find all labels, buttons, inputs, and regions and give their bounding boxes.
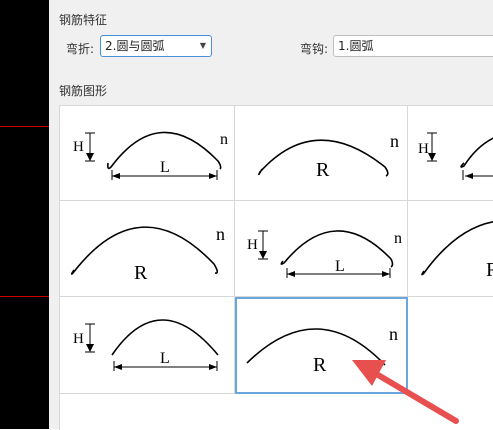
n-symbol: n bbox=[389, 324, 398, 344]
shape-grid: H L n R n H R n H L n H L R n bbox=[59, 105, 493, 430]
shape-option-3[interactable]: H bbox=[408, 106, 493, 201]
h-symbol: H bbox=[73, 139, 84, 155]
hook-value: 1.圆弧 bbox=[338, 39, 374, 53]
r-symbol: R bbox=[316, 159, 330, 181]
l-symbol: L bbox=[160, 159, 170, 176]
bend-select[interactable]: 2.圆与圆弧 ▼ bbox=[100, 35, 212, 57]
canvas-line-2 bbox=[0, 296, 49, 297]
bend-value: 2.圆与圆弧 bbox=[105, 39, 165, 53]
h-symbol: H bbox=[418, 141, 429, 157]
shapes-title: 钢筋图形 bbox=[59, 84, 108, 98]
r-symbol: R bbox=[486, 259, 493, 281]
n-symbol: n bbox=[220, 131, 228, 148]
shape-option-7[interactable]: H L bbox=[60, 297, 235, 394]
r-symbol: R bbox=[134, 262, 148, 284]
h-symbol: H bbox=[73, 331, 84, 347]
hook-label: 弯钩: bbox=[300, 42, 329, 56]
n-symbol: n bbox=[394, 230, 402, 247]
h-symbol: H bbox=[247, 237, 258, 253]
features-title: 钢筋特征 bbox=[59, 13, 108, 27]
shape-option-6[interactable]: R bbox=[408, 201, 493, 297]
shape-option-4[interactable]: R n bbox=[60, 201, 235, 297]
shape-option-1[interactable]: H L n bbox=[60, 106, 235, 201]
n-symbol: n bbox=[216, 224, 225, 244]
hook-select[interactable]: 1.圆弧 bbox=[333, 35, 493, 57]
shape-option-5[interactable]: H L n bbox=[235, 201, 408, 297]
shape-option-8-selected[interactable]: R n bbox=[235, 297, 408, 394]
chevron-down-icon: ▼ bbox=[199, 41, 206, 50]
shape-option-2[interactable]: R n bbox=[235, 106, 408, 201]
shape-option-empty bbox=[408, 297, 493, 394]
bend-label: 弯折: bbox=[66, 42, 95, 56]
l-symbol: L bbox=[160, 350, 170, 367]
n-symbol: n bbox=[390, 131, 399, 151]
canvas-line-1 bbox=[0, 126, 49, 127]
canvas-edge bbox=[0, 0, 49, 429]
r-symbol: R bbox=[313, 354, 327, 376]
l-symbol: L bbox=[335, 258, 345, 275]
